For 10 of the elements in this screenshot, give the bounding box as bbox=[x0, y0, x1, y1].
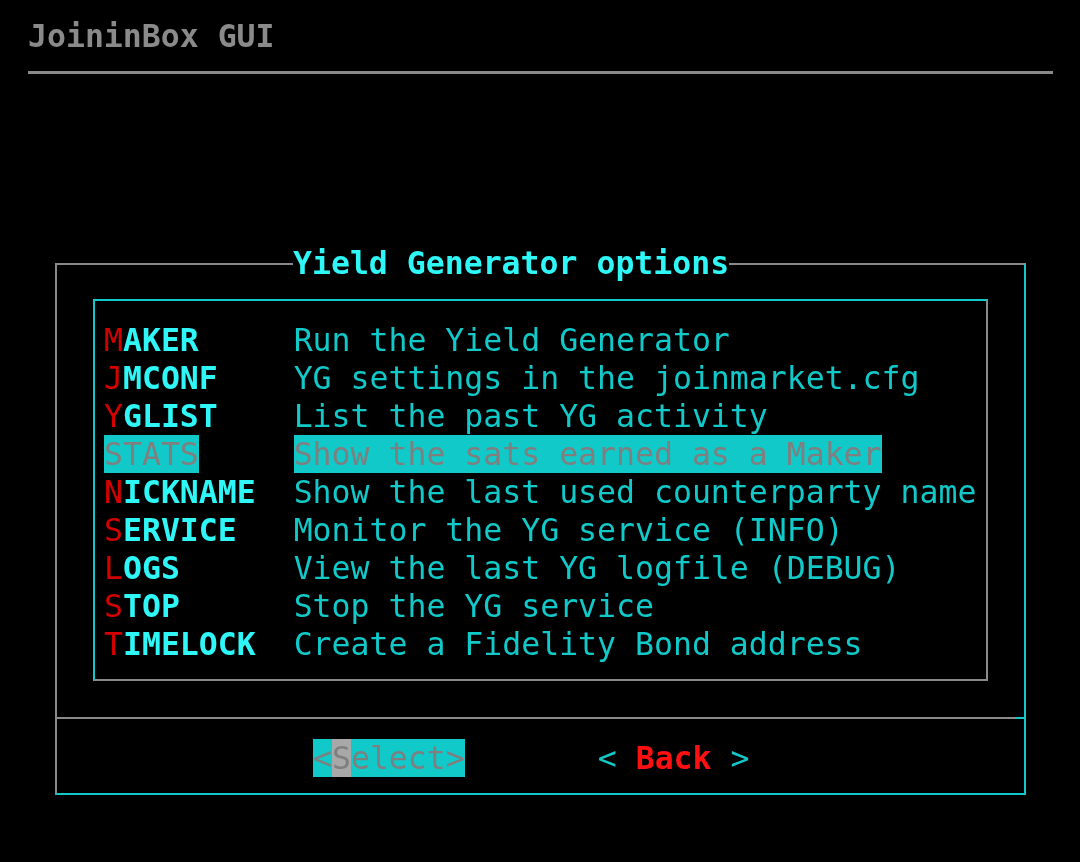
menu-item[interactable]: NICKNAME Show the last used counterparty name bbox=[104, 473, 977, 511]
app-title: JoininBox GUI bbox=[28, 17, 275, 55]
menu-item[interactable]: TIMELOCK Create a Fidelity Bond address bbox=[104, 625, 863, 663]
dialog-button[interactable]: < Back > bbox=[597, 739, 750, 777]
menu-item[interactable]: SERVICE Monitor the YG service (INFO) bbox=[104, 511, 844, 549]
menu-item[interactable]: MAKER Run the Yield Generator bbox=[104, 321, 730, 359]
menu-item[interactable]: STOP Stop the YG service bbox=[104, 587, 654, 625]
menu-item[interactable]: YGLIST List the past YG activity bbox=[104, 397, 768, 435]
menu-item[interactable]: LOGS View the last YG logfile (DEBUG) bbox=[104, 549, 901, 587]
menu-item[interactable]: JMCONF YG settings in the joinmarket.cfg bbox=[104, 359, 920, 397]
